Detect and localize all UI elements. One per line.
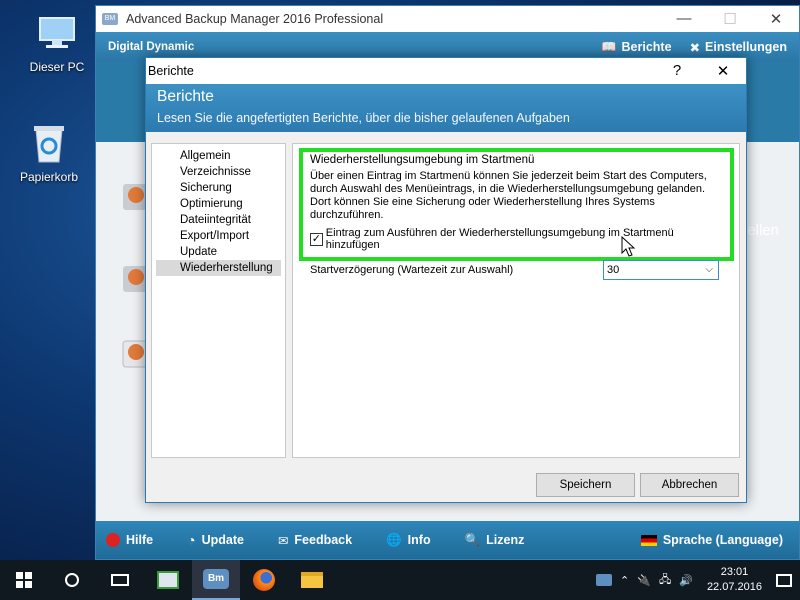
circle-icon (65, 573, 79, 587)
help-question-icon[interactable]: ? (654, 62, 700, 80)
task-view-button[interactable] (96, 560, 144, 600)
app-title: Advanced Backup Manager 2016 Professiona… (126, 12, 384, 26)
section-description: Über einen Eintrag im Startmenü können S… (310, 170, 707, 221)
clock-time: 23:01 (720, 566, 749, 578)
help-icon (106, 533, 120, 547)
start-button[interactable] (0, 560, 48, 600)
partial-label: ellen (747, 222, 779, 239)
power-plug-icon[interactable]: 🔌 (637, 574, 651, 587)
nav-item-update[interactable]: Update (152, 244, 285, 260)
computer-icon (34, 10, 80, 56)
system-tray: ⌃ 🔌 🖧 🔊 23:01 22.07.2016 (596, 565, 792, 595)
nav-item-general[interactable]: Allgemein (152, 148, 285, 164)
chevron-down-icon: ⌵ (705, 264, 713, 275)
volume-icon[interactable]: 🔊 (679, 574, 693, 587)
taskbar-app-firefox[interactable] (240, 560, 288, 600)
clock-date: 22.07.2016 (706, 581, 762, 593)
recycle-bin-icon (26, 120, 72, 166)
reports-link[interactable]: 📖 Berichte (601, 40, 672, 55)
flag-icon (640, 534, 657, 546)
taskbar-app-setup[interactable] (144, 560, 192, 600)
tools-icon: ✖ (689, 40, 701, 55)
nav-item-recovery[interactable]: Wiederherstellung (156, 260, 281, 276)
highlight-box: Wiederherstellungsumgebung im Startmenü … (299, 148, 734, 280)
maximize-icon[interactable]: ☐ (707, 10, 753, 28)
dialog-heading: Berichte (157, 88, 214, 105)
section-title: Wiederherstellungsumgebung im Startmenü (310, 154, 535, 166)
network-icon[interactable]: 🖧 (659, 571, 671, 590)
close-icon[interactable]: ✕ (753, 10, 799, 28)
settings-link[interactable]: ✖ Einstellungen (690, 40, 787, 55)
mouse-cursor-icon (621, 236, 635, 257)
globe-icon: 🌐 (386, 532, 402, 547)
language-button[interactable]: Sprache (Language) (640, 533, 783, 547)
clock[interactable]: 23:01 22.07.2016 (707, 565, 762, 595)
delay-label: Startverzögerung (Wartezeit zur Auswahl) (310, 264, 514, 276)
nav-item-file-integrity[interactable]: Dateiintegrität (152, 212, 285, 228)
reports-dialog: Berichte ? ✕ Berichte Lesen Sie die ange… (145, 57, 747, 503)
dialog-header: Berichte Lesen Sie die angefertigten Ber… (146, 84, 746, 132)
desktop-icon-label: Dieser PC (29, 60, 85, 74)
main-title-bar[interactable]: BM Advanced Backup Manager 2016 Professi… (96, 6, 799, 32)
backup-tray-icon[interactable] (596, 574, 613, 586)
taskbar-app-backup-manager[interactable]: Bm (192, 560, 240, 600)
dialog-title-bar[interactable]: Berichte ? ✕ (146, 58, 746, 84)
firefox-icon (253, 569, 275, 591)
dialog-close-icon[interactable]: ✕ (700, 62, 746, 80)
windows-logo-icon (16, 572, 32, 588)
minimize-icon[interactable]: — (661, 10, 707, 28)
content-panel: Wiederherstellungsumgebung im Startmenü … (292, 143, 740, 458)
task-view-icon (111, 574, 129, 586)
license-button[interactable]: 🔍 Lizenz (465, 533, 525, 548)
folder-icon (301, 572, 323, 588)
save-button[interactable]: Speichern (536, 473, 635, 497)
app-logo-icon: BM (102, 13, 118, 25)
info-button[interactable]: 🌐 Info (386, 533, 431, 548)
checkbox-label: Eintrag zum Ausführen der Wiederherstell… (325, 227, 674, 251)
delay-value: 30 (607, 264, 620, 276)
nav-item-backup[interactable]: Sicherung (152, 180, 285, 196)
cortana-button[interactable] (48, 560, 96, 600)
dialog-subheading: Lesen Sie die angefertigten Berichte, üb… (157, 111, 570, 125)
desktop-icon-recycle-bin[interactable]: Papierkorb (9, 120, 89, 184)
search-icon: 🔍 (464, 532, 481, 547)
installer-icon (157, 571, 179, 589)
refresh-icon: ◔ (187, 532, 196, 548)
notifications-icon[interactable] (776, 573, 792, 587)
feedback-button[interactable]: ✉ Feedback (278, 533, 352, 548)
category-list: Allgemein Verzeichnisse Sicherung Optimi… (151, 143, 286, 458)
nav-item-export-import[interactable]: Export/Import (152, 228, 285, 244)
mail-icon: ✉ (277, 533, 289, 548)
nav-item-optimization[interactable]: Optimierung (152, 196, 285, 212)
chevron-up-icon[interactable]: ⌃ (620, 574, 629, 587)
startmenu-checkbox-row[interactable]: ✓ Eintrag zum Ausführen der Wiederherste… (310, 227, 723, 251)
update-button[interactable]: ◔ Update (187, 532, 244, 548)
dialog-title: Berichte (148, 64, 194, 78)
taskbar-app-explorer[interactable] (288, 560, 336, 600)
book-icon: 📖 (600, 39, 617, 54)
cancel-button[interactable]: Abbrechen (640, 473, 739, 497)
main-footer: Hilfe ◔ Update ✉ Feedback 🌐 Info 🔍 Lizenz Sp… (96, 521, 799, 559)
taskbar: Bm ⌃ 🔌 🖧 🔊 23:01 22.07.2016 (0, 560, 800, 600)
desktop-icon-this-pc[interactable]: Dieser PC (17, 10, 97, 74)
nav-item-directories[interactable]: Verzeichnisse (152, 164, 285, 180)
help-button[interactable]: Hilfe (106, 533, 153, 547)
delay-row: Startverzögerung (Wartezeit zur Auswahl)… (310, 260, 723, 280)
checkmark-icon[interactable]: ✓ (310, 232, 323, 246)
backup-manager-icon: Bm (203, 569, 229, 589)
delay-select[interactable]: 30 ⌵ (603, 260, 719, 280)
brand-name: Digital Dynamic (108, 41, 195, 53)
desktop-icon-label: Papierkorb (19, 170, 79, 184)
